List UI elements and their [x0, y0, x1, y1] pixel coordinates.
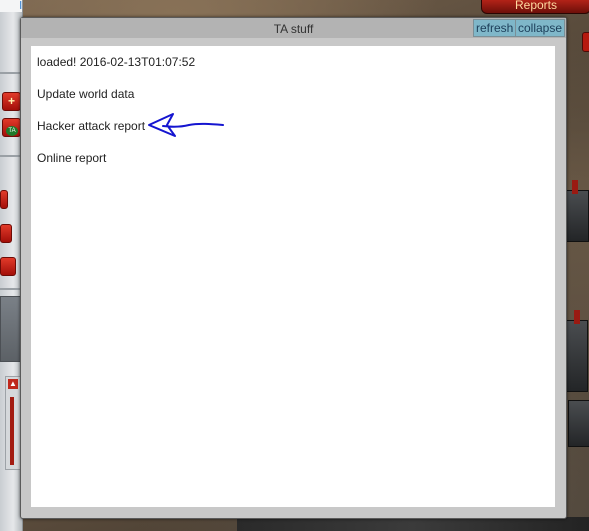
side-button[interactable] [0, 257, 16, 276]
left-panel-divider [0, 288, 22, 290]
right-edge-tab[interactable] [582, 32, 589, 52]
refresh-button[interactable]: refresh [473, 19, 517, 37]
online-report-link[interactable]: Online report [37, 151, 106, 165]
hand-drawn-arrow-annotation [148, 113, 224, 137]
ta-badge-icon: TA [6, 126, 18, 136]
collapse-button[interactable]: collapse [515, 19, 566, 37]
ring-icon[interactable] [0, 224, 12, 243]
unit-structure[interactable] [565, 190, 589, 242]
unit-structure[interactable] [564, 320, 588, 392]
update-world-data-link[interactable]: Update world data [37, 87, 134, 101]
add-icon[interactable]: + [2, 92, 21, 111]
side-tab-icon[interactable] [0, 190, 8, 209]
side-slot[interactable] [0, 296, 22, 362]
window-titlebar[interactable]: TA stuff refresh collapse [21, 18, 566, 38]
bottom-hud-strip [237, 517, 589, 531]
hacker-attack-report-link[interactable]: Hacker attack report [37, 119, 145, 133]
ta-stuff-window: TA stuff refresh collapse loaded! 2016-0… [20, 17, 567, 519]
scroll-up-icon[interactable]: ▲ [8, 379, 18, 389]
left-panel-top-edge: l [0, 0, 22, 12]
status-text: loaded! 2016-02-13T01:07:52 [37, 55, 196, 69]
window-content: loaded! 2016-02-13T01:07:52 Update world… [31, 46, 555, 507]
unit-marker [574, 310, 580, 324]
side-scrollbar[interactable]: ▲ [5, 376, 21, 470]
unit-structure[interactable] [568, 400, 589, 447]
scroll-bar-fill [10, 397, 14, 465]
reports-button[interactable]: Reports [481, 0, 589, 14]
left-panel-divider [0, 72, 22, 74]
left-panel-divider [0, 155, 22, 157]
unit-marker [572, 180, 578, 194]
